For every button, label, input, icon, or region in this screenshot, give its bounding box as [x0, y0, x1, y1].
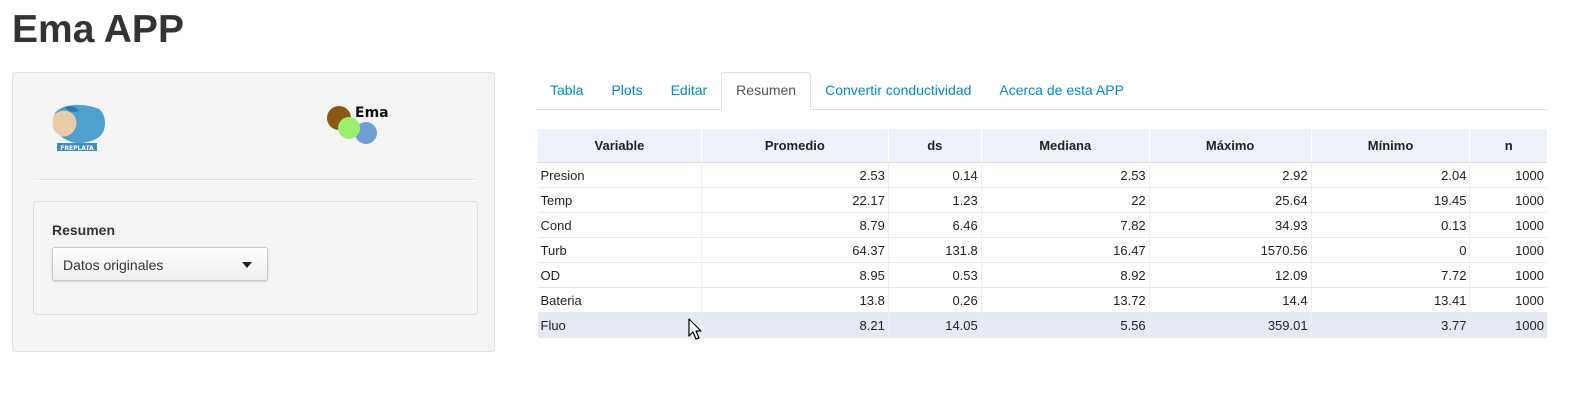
table-cell: 1000 [1469, 287, 1547, 313]
table-cell: 3.77 [1310, 312, 1470, 338]
table-cell: 0.13 [1310, 212, 1470, 238]
table-cell: 64.37 [700, 237, 889, 263]
table-cell: 14.05 [887, 312, 982, 338]
table-cell: 0 [1310, 237, 1470, 263]
header-promedio[interactable]: Promedio [700, 129, 889, 163]
table-cell: 1000 [1469, 237, 1547, 263]
table-cell: 7.72 [1310, 262, 1470, 288]
tab-bar: Tabla Plots Editar Resumen Convertir con… [536, 72, 1548, 110]
table-cell: 2.53 [980, 162, 1150, 188]
sidebar-divider [33, 179, 477, 181]
table-cell: 34.93 [1148, 212, 1312, 238]
table-cell: 13.72 [980, 287, 1150, 313]
header-variable[interactable]: Variable [537, 129, 702, 163]
table-cell: 1000 [1469, 162, 1547, 188]
table-row: Temp 22.17 1.23 22 25.64 19.45 1000 [537, 187, 1547, 213]
table-cell: 1.23 [887, 187, 982, 213]
table-row: OD 8.95 0.53 8.92 12.09 7.72 1000 [537, 262, 1547, 288]
table-cell: 16.47 [980, 237, 1150, 263]
table-row: Turb 64.37 131.8 16.47 1570.56 0 1000 [537, 237, 1547, 263]
resumen-select-value: Datos originales [63, 257, 164, 273]
table-cell: Presion [537, 162, 702, 188]
table-row: Cond 8.79 6.46 7.82 34.93 0.13 1000 [537, 212, 1547, 238]
app-title: Ema APP [12, 8, 184, 51]
table-cell: 2.04 [1310, 162, 1470, 188]
table-cell: 7.82 [980, 212, 1150, 238]
resumen-label: Resumen [52, 222, 116, 238]
table-cell: 2.92 [1148, 162, 1312, 188]
table-cell: 8.92 [980, 262, 1150, 288]
table-cell: 19.45 [1310, 187, 1470, 213]
table-cell: Temp [537, 187, 702, 213]
header-minimo[interactable]: Mínimo [1310, 129, 1470, 163]
header-mediana[interactable]: Mediana [980, 129, 1150, 163]
table-cell: 12.09 [1148, 262, 1312, 288]
ema-logo-text: Ema [355, 105, 389, 121]
header-n[interactable]: n [1469, 129, 1547, 163]
table-cell: 14.4 [1148, 287, 1312, 313]
chevron-down-icon [242, 262, 252, 268]
table-cell: 2.53 [700, 162, 889, 188]
freplata-logo: FREPLATA [52, 104, 105, 152]
mouse-cursor-icon [688, 318, 702, 340]
table-cell: 8.95 [700, 262, 889, 288]
table-cell: Turb [537, 237, 702, 263]
table-cell: 6.46 [887, 212, 982, 238]
tab-convertir-conductividad[interactable]: Convertir conductividad [811, 72, 985, 109]
table-cell: 8.79 [700, 212, 889, 238]
table-header-row: Variable Promedio ds Mediana Máximo Míni… [537, 129, 1547, 163]
table-cell: 22 [980, 187, 1150, 213]
table-cell: 0.14 [887, 162, 982, 188]
header-maximo[interactable]: Máximo [1148, 129, 1312, 163]
table-cell: Fluo [537, 312, 702, 338]
table-cell: Cond [537, 212, 702, 238]
table-cell: 25.64 [1148, 187, 1312, 213]
resumen-select[interactable]: Datos originales [52, 247, 268, 281]
table-cell: 22.17 [700, 187, 889, 213]
tab-editar[interactable]: Editar [657, 72, 722, 109]
resumen-control-group: Resumen Datos originales [33, 201, 478, 315]
table-row: Presion 2.53 0.14 2.53 2.92 2.04 1000 [537, 162, 1547, 188]
table-cell: 5.56 [980, 312, 1150, 338]
table-row: Bateria 13.8 0.26 13.72 14.4 13.41 1000 [537, 287, 1547, 313]
freplata-logo-text: FREPLATA [60, 145, 94, 152]
sidebar-panel: FREPLATA Ema Resumen Datos originales [12, 72, 495, 352]
summary-table: Variable Promedio ds Mediana Máximo Míni… [537, 129, 1547, 338]
table-cell: 359.01 [1148, 312, 1312, 338]
tab-plots[interactable]: Plots [597, 72, 656, 109]
tab-acerca[interactable]: Acerca de esta APP [985, 72, 1138, 109]
table-cell: 13.41 [1310, 287, 1470, 313]
table-cell: 131.8 [887, 237, 982, 263]
table-cell: 1000 [1469, 312, 1547, 338]
table-cell: 0.26 [887, 287, 982, 313]
table-cell: OD [537, 262, 702, 288]
table-cell: 1000 [1469, 187, 1547, 213]
table-cell: 1000 [1469, 262, 1547, 288]
table-cell: 1570.56 [1148, 237, 1312, 263]
table-cell: 0.53 [887, 262, 982, 288]
tab-tabla[interactable]: Tabla [536, 72, 597, 109]
table-cell: Bateria [537, 287, 702, 313]
table-cell: 13.8 [700, 287, 889, 313]
tab-resumen[interactable]: Resumen [721, 72, 812, 110]
header-ds[interactable]: ds [887, 129, 982, 163]
table-cell: 8.21 [700, 312, 889, 338]
table-cell: 1000 [1469, 212, 1547, 238]
ema-logo: Ema [327, 105, 389, 144]
